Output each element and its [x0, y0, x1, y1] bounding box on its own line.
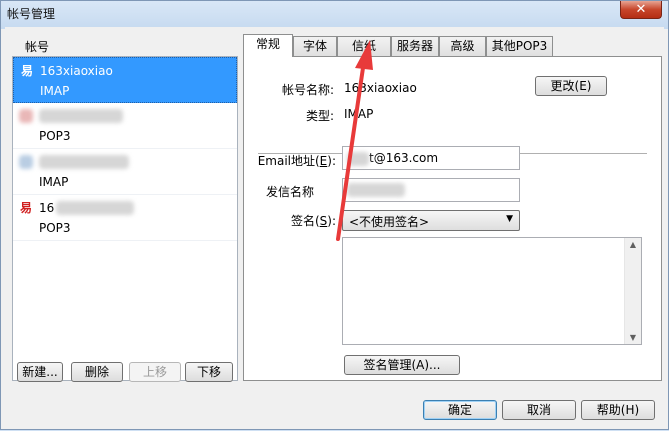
- sender-name-field[interactable]: [342, 178, 520, 202]
- move-down-button[interactable]: 下移: [185, 362, 233, 382]
- sender-name-label: 发信名称: [265, 185, 314, 199]
- tab-general[interactable]: 常规: [243, 34, 293, 57]
- tab-stationery[interactable]: 信纸: [337, 36, 391, 56]
- dialog-body: 帐号 易 163xiaoxiao IMAP POP3 IMAP 易 16 POP…: [5, 27, 664, 425]
- account-item[interactable]: POP3: [13, 103, 237, 149]
- account-manager-window: 帐号管理 ✕ 帐号 易 163xiaoxiao IMAP POP3 IMAP 易…: [0, 0, 669, 430]
- account-name-value: 163xiaoxiao: [344, 81, 417, 95]
- email-label: Email地址(E):: [257, 154, 336, 168]
- signature-preview[interactable]: ▲ ▼: [342, 237, 642, 345]
- mail-account-icon: [19, 109, 33, 123]
- redacted-account-name: [56, 201, 135, 215]
- tab-font[interactable]: 字体: [293, 36, 337, 56]
- vertical-scrollbar[interactable]: ▲ ▼: [624, 238, 641, 344]
- scroll-down-icon[interactable]: ▼: [625, 333, 641, 342]
- account-type: POP3: [39, 221, 71, 235]
- delete-account-button[interactable]: 删除: [71, 362, 123, 382]
- cancel-button[interactable]: 取消: [502, 400, 576, 420]
- title-bar: 帐号管理 ✕: [1, 1, 668, 25]
- help-button[interactable]: 帮助(H): [581, 400, 655, 420]
- mail-account-icon: 易: [19, 201, 32, 215]
- general-tab-panel: 帐号名称: 163xiaoxiao 更改(E) 类型: IMAP Email地址…: [243, 56, 662, 381]
- scroll-up-icon[interactable]: ▲: [625, 240, 641, 249]
- type-label: 类型:: [305, 109, 334, 123]
- mail-account-icon: 易: [20, 64, 33, 78]
- type-value: IMAP: [344, 107, 374, 121]
- move-up-button[interactable]: 上移: [129, 362, 181, 382]
- tab-advanced[interactable]: 高级: [439, 36, 486, 56]
- signature-select[interactable]: <不使用签名> ▼: [342, 210, 520, 231]
- tab-other-pop3[interactable]: 其他POP3: [486, 36, 553, 56]
- account-list[interactable]: 易 163xiaoxiao IMAP POP3 IMAP 易 16 POP3: [12, 56, 238, 381]
- accounts-label: 帐号: [25, 40, 50, 54]
- account-name: 16: [39, 201, 55, 215]
- manage-signatures-button[interactable]: 签名管理(A)...: [344, 355, 460, 375]
- mail-account-icon: [19, 155, 33, 169]
- redacted-sender-name: [347, 183, 405, 197]
- account-type: IMAP: [39, 175, 69, 189]
- redacted-account-name: [39, 155, 129, 169]
- account-type: IMAP: [40, 84, 70, 98]
- email-value: t@163.com: [369, 151, 439, 165]
- redacted-account-name: [39, 109, 123, 123]
- account-name-label: 帐号名称:: [281, 83, 334, 97]
- change-name-button[interactable]: 更改(E): [535, 76, 607, 96]
- tab-server[interactable]: 服务器: [391, 36, 439, 56]
- account-type: POP3: [39, 129, 71, 143]
- signature-label: 签名(S):: [290, 214, 336, 228]
- signature-selected-value: <不使用签名>: [349, 215, 430, 229]
- close-button[interactable]: ✕: [620, 1, 662, 19]
- account-item[interactable]: 易 163xiaoxiao IMAP: [13, 57, 237, 103]
- account-item[interactable]: 易 16 POP3: [13, 195, 237, 241]
- new-account-button[interactable]: 新建...: [17, 362, 63, 382]
- account-item[interactable]: IMAP: [13, 149, 237, 195]
- account-name: 163xiaoxiao: [40, 64, 113, 78]
- redacted-email-prefix: [347, 151, 369, 166]
- email-field[interactable]: t@163.com: [342, 146, 520, 170]
- chevron-down-icon: ▼: [506, 214, 513, 224]
- ok-button[interactable]: 确定: [423, 400, 497, 420]
- window-title: 帐号管理: [7, 6, 56, 21]
